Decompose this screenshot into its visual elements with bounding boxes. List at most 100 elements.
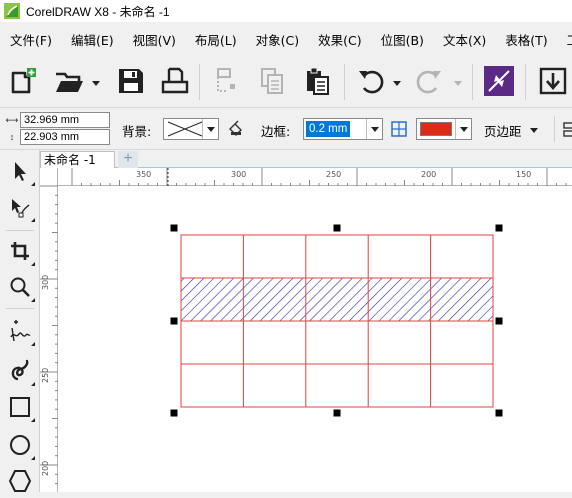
coreldraw-logo-icon — [4, 3, 20, 19]
background-color-picker[interactable] — [163, 118, 219, 140]
menu-text[interactable]: 文本(X) — [433, 30, 495, 49]
zoom-tool[interactable] — [4, 270, 36, 304]
background-dropdown-arrow[interactable] — [202, 119, 218, 139]
border-grid-icon — [391, 121, 407, 137]
menu-effects[interactable]: 效果(C) — [308, 30, 370, 49]
flyout-indicator — [31, 342, 35, 346]
selection-handle[interactable] — [495, 317, 503, 325]
new-document-icon — [11, 68, 36, 94]
menu-layout[interactable]: 布局(L) — [185, 30, 246, 49]
search-content-button[interactable] — [482, 64, 516, 98]
polygon-tool[interactable] — [4, 464, 36, 498]
toolbar-separator — [525, 64, 526, 100]
menu-table[interactable]: 表格(T) — [495, 30, 556, 49]
horizontal-ruler[interactable]: 350 300 250 200 150 — [58, 168, 572, 186]
selection-handle[interactable] — [170, 317, 178, 325]
paste-button[interactable] — [300, 64, 334, 98]
artistic-media-icon — [11, 359, 29, 381]
open-dropdown-button[interactable] — [91, 78, 101, 88]
document-tab-strip: 未命名 -1 + — [40, 150, 572, 168]
paste-icon — [307, 67, 329, 95]
save-icon — [119, 69, 143, 93]
freehand-tool[interactable] — [4, 314, 36, 348]
redo-button[interactable] — [412, 64, 446, 98]
table-object[interactable] — [58, 186, 572, 492]
outline-color-dropdown-arrow[interactable] — [455, 119, 471, 139]
copy-button[interactable] — [255, 64, 289, 98]
zoom-magnifier-icon — [10, 277, 30, 297]
shape-tool[interactable] — [4, 190, 36, 224]
import-button[interactable] — [536, 64, 570, 98]
page-margin-dropdown[interactable]: 页边距 — [484, 120, 538, 140]
freehand-pen-icon — [10, 320, 31, 342]
outline-width-input[interactable]: 0.2 mm — [306, 121, 351, 137]
property-bar: ⟷ 32.969 mm ↕ 22.903 mm 背景: 边框: 0.2 mm 页… — [0, 108, 572, 150]
selection-handle[interactable] — [170, 224, 178, 232]
selection-handle[interactable] — [495, 409, 503, 417]
object-width-input[interactable]: 32.969 mm — [20, 112, 110, 128]
undo-dropdown-button[interactable] — [392, 78, 402, 88]
height-icon: ↕ — [9, 132, 15, 142]
menu-edit[interactable]: 编辑(E) — [61, 30, 123, 49]
ellipse-tool[interactable] — [4, 428, 36, 462]
object-width-field[interactable]: ⟷ 32.969 mm — [4, 112, 110, 128]
search-content-icon — [484, 66, 514, 96]
title-bar: CorelDRAW X8 - 未命名 -1 — [0, 0, 572, 22]
drawing-canvas[interactable] — [58, 186, 572, 492]
outline-color-picker[interactable] — [416, 118, 472, 140]
polygon-icon — [9, 470, 31, 492]
vertical-ruler-ticks — [40, 185, 58, 485]
menu-tools[interactable]: 工具 — [557, 30, 572, 49]
hatched-row-fill — [181, 278, 493, 321]
outline-width-combo[interactable]: 0.2 mm — [303, 118, 383, 140]
open-button[interactable] — [52, 64, 86, 98]
edit-fill-button[interactable] — [227, 120, 247, 140]
undo-button[interactable] — [354, 64, 388, 98]
selection-handle[interactable] — [170, 409, 178, 417]
selection-handle[interactable] — [333, 224, 341, 232]
pointer-arrow-icon — [15, 162, 26, 181]
outline-width-dropdown-arrow[interactable] — [366, 119, 382, 139]
ellipse-icon — [10, 435, 30, 455]
print-button[interactable] — [158, 64, 192, 98]
toolbar-separator — [472, 64, 473, 100]
background-label: 背景: — [122, 124, 152, 139]
crop-tool[interactable] — [4, 234, 36, 268]
chevron-down-icon — [459, 126, 468, 132]
save-button[interactable] — [114, 64, 148, 98]
copy-icon — [261, 68, 283, 94]
no-fill-swatch-icon — [167, 121, 203, 137]
menu-object[interactable]: 对象(C) — [246, 30, 308, 49]
add-document-tab-button[interactable]: + — [118, 151, 138, 168]
new-document-button[interactable] — [6, 64, 40, 98]
flyout-indicator — [31, 218, 35, 222]
menu-file[interactable]: 文件(F) — [0, 30, 61, 49]
ruler-label: 250 — [41, 367, 50, 383]
toolbox — [0, 150, 40, 492]
menu-view[interactable]: 视图(V) — [123, 30, 185, 49]
vertical-ruler[interactable]: 300 250 200 — [40, 168, 58, 492]
chevron-down-icon — [529, 127, 538, 133]
ruler-label: 250 — [326, 170, 342, 179]
object-height-field[interactable]: ↕ 22.903 mm — [4, 129, 110, 145]
flyout-indicator — [31, 382, 35, 386]
undo-icon — [359, 70, 384, 94]
page-margin-label: 页边距 — [484, 123, 522, 139]
chevron-down-icon — [370, 126, 379, 132]
artistic-media-tool[interactable] — [4, 354, 36, 388]
selection-handle[interactable] — [495, 224, 503, 232]
align-button[interactable] — [562, 120, 572, 140]
pick-tool[interactable] — [4, 154, 36, 188]
selection-handle[interactable] — [333, 409, 341, 417]
tab-document[interactable]: 未命名 -1 — [40, 151, 115, 168]
object-height-input[interactable]: 22.903 mm — [20, 129, 110, 145]
border-selection-button[interactable] — [391, 121, 409, 139]
rectangle-tool[interactable] — [4, 390, 36, 424]
crop-icon — [11, 242, 29, 260]
menu-bitmaps[interactable]: 位图(B) — [371, 30, 433, 49]
redo-dropdown-button[interactable] — [453, 78, 463, 88]
cut-button[interactable] — [210, 64, 244, 98]
ruler-label: 200 — [41, 460, 50, 476]
align-icon — [563, 122, 572, 137]
ruler-label: 150 — [516, 170, 532, 179]
